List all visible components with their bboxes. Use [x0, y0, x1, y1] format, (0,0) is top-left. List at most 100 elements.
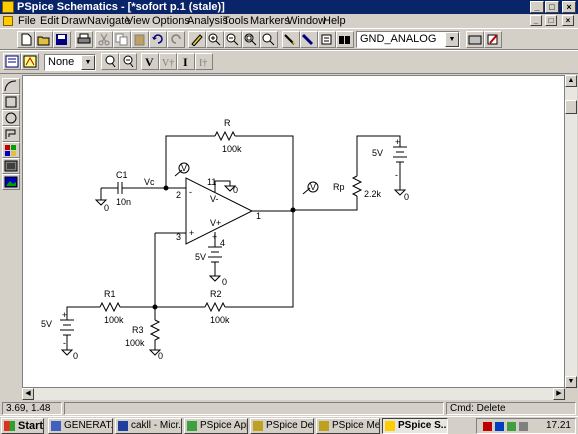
menu-window[interactable]: Window	[287, 14, 326, 28]
menu-file[interactable]: File	[18, 14, 36, 28]
menu-analysis[interactable]: Analysis	[187, 14, 228, 28]
zoom-area-icon	[244, 33, 257, 46]
resistor-R1[interactable]	[99, 301, 121, 313]
symbol-edit-icon	[487, 34, 498, 45]
schematic-canvas[interactable]: R 100k C1 10n Vc Rp 2.2k R1 100k R2 100k…	[22, 75, 565, 388]
draw-arc-button[interactable]	[2, 78, 20, 94]
taskbar-item-pspice-app[interactable]: PSpice App...	[184, 418, 248, 434]
close-button[interactable]: ×	[562, 1, 576, 13]
resistor-R3[interactable]	[149, 319, 161, 350]
pspice-app-icon	[187, 421, 197, 431]
maximize-button[interactable]: □	[545, 1, 559, 13]
zoom-in-button[interactable]	[206, 31, 224, 48]
cut-button[interactable]	[95, 31, 113, 48]
scroll-right-button[interactable]: ▶	[553, 388, 565, 400]
taskbar-item-pspice-design[interactable]: PSpice Des...	[250, 418, 314, 434]
simulation-setup-button[interactable]	[3, 53, 21, 70]
zoom-area-button[interactable]	[242, 31, 260, 48]
draw-text-button[interactable]	[2, 142, 20, 158]
gnd-label-c1: 0	[104, 203, 109, 213]
current-marker-button[interactable]: I	[177, 53, 195, 70]
draw-block-button[interactable]	[318, 31, 336, 48]
pspice-me-icon	[319, 421, 329, 431]
insert-picture-button[interactable]	[2, 158, 20, 174]
vertical-scroll-thumb[interactable]	[565, 100, 577, 114]
voltage-marker-button[interactable]: V	[141, 53, 159, 70]
insert-image-button[interactable]	[2, 174, 20, 190]
copy-icon	[115, 33, 128, 46]
resistor-R[interactable]	[214, 130, 236, 142]
open-folder-icon	[37, 36, 50, 46]
resistor-Rp[interactable]	[351, 175, 363, 197]
horizontal-scrollbar[interactable]: ◀ ▶	[22, 388, 565, 400]
tray-icon-1[interactable]	[483, 422, 492, 431]
print-button[interactable]	[75, 31, 93, 48]
menu-tools[interactable]: Tools	[223, 14, 249, 28]
undo-button[interactable]	[149, 31, 167, 48]
save-button[interactable]	[53, 31, 71, 48]
doc-icon[interactable]	[3, 16, 13, 26]
taskbar-item-generat[interactable]: GENERAT...	[48, 418, 113, 434]
pin-2: 2	[176, 190, 181, 200]
resistor-R2[interactable]	[204, 301, 226, 313]
open-button[interactable]	[35, 31, 53, 48]
paste-button[interactable]	[131, 31, 149, 48]
vertical-scrollbar[interactable]: ▲ ▼	[565, 75, 577, 388]
copy-button[interactable]	[113, 31, 131, 48]
menu-view[interactable]: View	[126, 14, 150, 28]
opamp-u1[interactable]	[185, 177, 254, 245]
edit-attributes-button[interactable]	[466, 31, 484, 48]
scroll-up-button[interactable]: ▲	[565, 75, 577, 87]
minimize-button[interactable]: _	[530, 1, 544, 13]
power-marker-button[interactable]: I†	[195, 53, 213, 70]
draw-polyline-button[interactable]	[2, 126, 20, 142]
left-battery-minus: -	[63, 338, 66, 348]
box-icon	[5, 96, 17, 108]
battery-right[interactable]	[393, 146, 407, 190]
layer-combo-arrow-icon[interactable]: ▼	[81, 55, 95, 70]
taskbar-item-pspice-me[interactable]: PSpice Me...	[316, 418, 380, 434]
mdi-restore-button[interactable]: □	[545, 15, 557, 26]
zoom-fit-button[interactable]	[260, 31, 278, 48]
scroll-left-button[interactable]: ◀	[22, 388, 34, 400]
draw-bus-button[interactable]	[300, 31, 318, 48]
mdi-close-button[interactable]: ×	[562, 15, 574, 26]
get-part-button[interactable]	[336, 31, 354, 48]
voltage-diff-marker-button[interactable]: V†	[159, 53, 177, 70]
taskbar-item-word[interactable]: cakll - Micr...	[115, 418, 182, 434]
new-button[interactable]	[17, 31, 35, 48]
tray-icon-2[interactable]	[495, 422, 504, 431]
zoom-fit-icon	[262, 33, 275, 46]
draw-wire-button[interactable]	[282, 31, 300, 48]
simulate-button[interactable]	[21, 53, 39, 70]
menu-help[interactable]: Help	[323, 14, 346, 28]
draw-circle-button[interactable]	[2, 110, 20, 126]
junction-vc	[163, 185, 169, 191]
draw-box-button[interactable]	[2, 94, 20, 110]
tray-icon-3[interactable]	[507, 422, 516, 431]
taskbar-item-pspice-schematics[interactable]: PSpice S...	[382, 418, 448, 434]
probe-setup-icon	[123, 55, 134, 68]
menu-options[interactable]: Options	[152, 14, 190, 28]
speaker-icon[interactable]	[519, 422, 528, 431]
layer-combo[interactable]: None ▼	[44, 54, 96, 71]
probe-button[interactable]	[101, 53, 119, 70]
image-icon	[4, 176, 18, 188]
capacitor-C1[interactable]	[117, 182, 123, 194]
binoculars-icon	[339, 36, 350, 44]
menu-navigate[interactable]: Navigate	[87, 14, 130, 28]
mdi-minimize-button[interactable]: _	[530, 15, 542, 26]
part-name-combo[interactable]: GND_ANALOG ▼	[356, 31, 460, 48]
menu-edit[interactable]: Edit	[40, 14, 59, 28]
redraw-button[interactable]	[188, 31, 206, 48]
edit-symbol-button[interactable]	[484, 31, 502, 48]
redo-button[interactable]	[167, 31, 185, 48]
menu-markers[interactable]: Markers	[250, 14, 290, 28]
combo-arrow-icon[interactable]: ▼	[445, 32, 459, 47]
menu-draw[interactable]: Draw	[61, 14, 87, 28]
zoom-out-button[interactable]	[224, 31, 242, 48]
start-button[interactable]: Start	[1, 418, 44, 434]
svg-text:I†: I†	[199, 58, 207, 68]
scroll-down-button[interactable]: ▼	[565, 376, 577, 388]
probe-setup-button[interactable]	[119, 53, 137, 70]
